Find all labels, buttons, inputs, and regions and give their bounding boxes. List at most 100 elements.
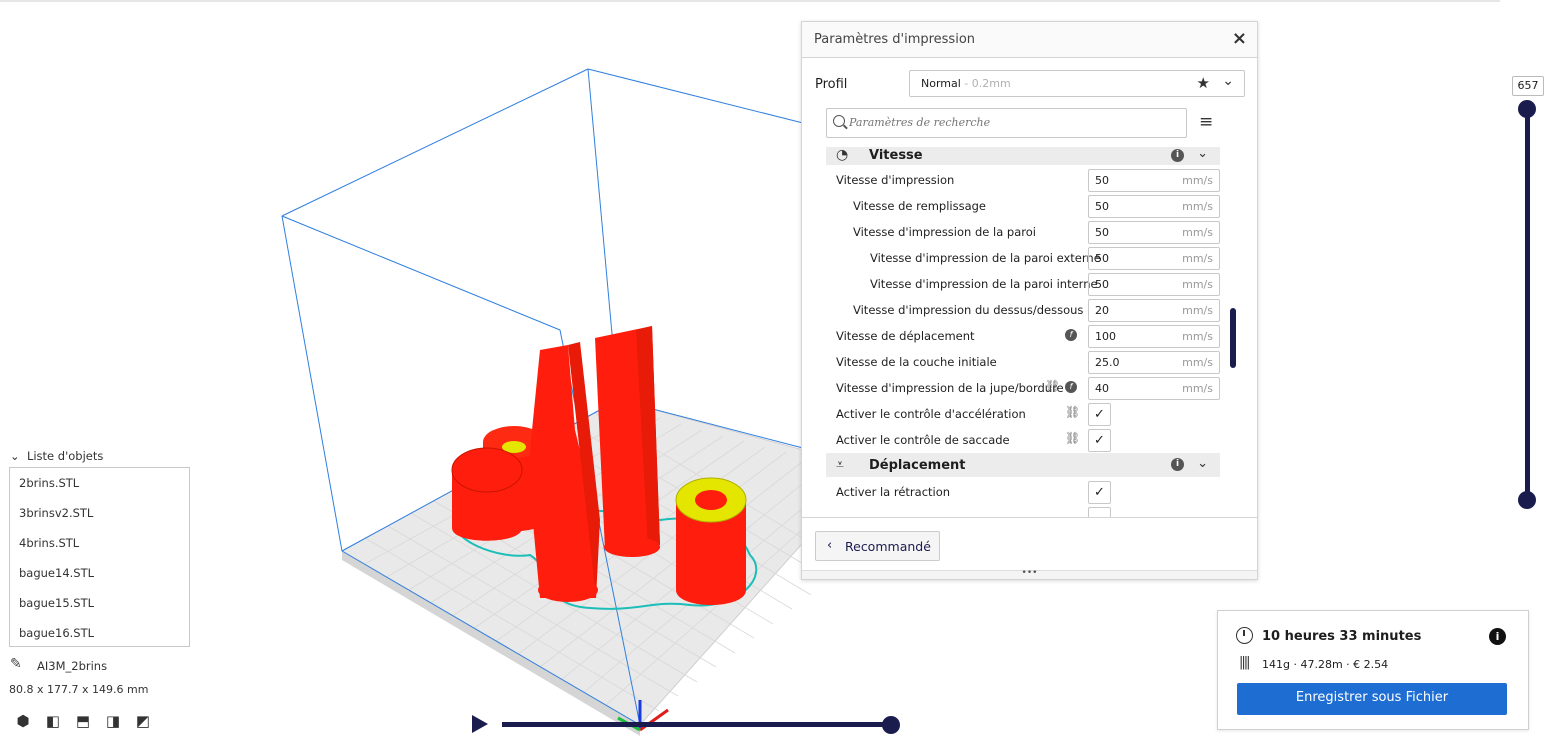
layer-slider-track[interactable] (1525, 108, 1530, 500)
3d-view-icon[interactable]: ⬢ (12, 712, 34, 730)
layer-slider-top-handle[interactable] (1518, 100, 1536, 118)
panel-resize-handle[interactable]: ••• (802, 569, 1257, 579)
path-slider-track[interactable] (502, 722, 892, 727)
camera-view-buttons: ⬢ ◧ ⬒ ◨ ◩ (12, 712, 162, 730)
setting-row: Vitesse de remplissage 50 mm/s (802, 193, 1232, 219)
setting-field[interactable]: 40 mm/s (1088, 377, 1220, 400)
setting-field[interactable]: 50 mm/s (1088, 273, 1220, 296)
setting-label: Vitesse de la couche initiale (836, 355, 997, 369)
settings-scrollbar[interactable] (1230, 308, 1236, 368)
field-unit: mm/s (1182, 226, 1213, 239)
object-list: 2brins.STL 3brinsv2.STL 4brins.STL bague… (9, 467, 190, 647)
list-item[interactable]: 4brins.STL (19, 536, 79, 550)
top-view-icon[interactable]: ⬒ (72, 712, 94, 730)
layer-slider-bottom-handle[interactable] (1518, 491, 1536, 509)
path-slider-handle[interactable] (882, 716, 900, 734)
right-view-icon[interactable]: ◩ (132, 712, 154, 730)
model-dimensions: 80.8 x 177.7 x 149.6 mm (9, 683, 149, 696)
list-item[interactable]: bague16.STL (19, 626, 94, 640)
field-value: 25.0 (1095, 356, 1120, 369)
panel-title: Paramètres d'impression (814, 32, 976, 47)
setting-field[interactable]: 50 mm/s (1088, 221, 1220, 244)
link-icon[interactable]: ⛓ (1065, 431, 1080, 445)
chevron-down-icon: ⌄ (10, 449, 20, 463)
info-icon[interactable]: i (1489, 628, 1506, 645)
profile-dropdown[interactable]: Normal - 0.2mm ★ ⌄ (909, 70, 1245, 97)
menu-icon[interactable]: ≡ (1199, 112, 1213, 132)
chevron-down-icon[interactable]: ⌄ (1197, 147, 1208, 161)
panel-header: Paramètres d'impression × (802, 22, 1257, 58)
field-value: 50 (1095, 226, 1109, 239)
setting-row: Vitesse d'impression de la paroi 50 mm/s (802, 219, 1232, 245)
field-unit: mm/s (1182, 200, 1213, 213)
material-usage: 141g · 47.28m · € 2.54 (1262, 658, 1389, 671)
layer-number-field[interactable]: 657 (1512, 76, 1544, 96)
field-value: 40 (1095, 382, 1109, 395)
play-icon[interactable] (472, 715, 488, 733)
field-value: 50 (1095, 252, 1109, 265)
setting-row: Activer le contrôle de saccade ⛓ ✓ (802, 427, 1232, 453)
left-view-icon[interactable]: ◨ (102, 712, 124, 730)
field-value: 50 (1095, 174, 1109, 187)
link-icon[interactable]: ⛓ (1045, 379, 1060, 393)
setting-row: Activer le contrôle d'accélération ⛓ ✓ (802, 401, 1232, 427)
settings-list[interactable]: ◔ Vitesse i ⌄ Vitesse d'impression 50 mm/… (802, 147, 1232, 517)
search-input[interactable] (849, 114, 1169, 130)
chevron-down-icon[interactable]: ⌄ (1197, 456, 1208, 471)
save-to-file-button[interactable]: Enregistrer sous Fichier (1237, 683, 1507, 715)
jerk-checkbox[interactable]: ✓ (1088, 429, 1111, 452)
category-deplacement[interactable]: ⩡ Déplacement i ⌄ (826, 453, 1220, 477)
setting-row: Activer la rétraction ✓ (802, 479, 1232, 505)
setting-label: Activer le contrôle d'accélération (836, 407, 1026, 421)
profile-layer-height: - 0.2mm (960, 77, 1011, 90)
pencil-icon[interactable]: ✎ (10, 656, 22, 672)
field-value: 20 (1095, 304, 1109, 317)
field-unit: mm/s (1182, 278, 1213, 291)
setting-field[interactable]: 20 mm/s (1088, 299, 1220, 322)
footer-divider (802, 517, 1257, 518)
info-icon[interactable]: i (1171, 458, 1184, 471)
job-name[interactable]: AI3M_2brins (37, 659, 107, 673)
recommended-button[interactable]: ‹ Recommandé (815, 531, 940, 561)
field-value: 100 (1095, 330, 1116, 343)
field-unit: mm/s (1182, 174, 1213, 187)
field-unit: mm/s (1182, 356, 1213, 369)
setting-checkbox[interactable] (1088, 507, 1111, 517)
setting-field[interactable]: 100 mm/s (1088, 325, 1220, 348)
function-icon[interactable]: f (1065, 381, 1077, 393)
setting-label: Vitesse d'impression de la jupe/bordure (836, 381, 1064, 395)
setting-label: Vitesse d'impression du dessus/dessous (853, 303, 1084, 317)
setting-field[interactable]: 50 mm/s (1088, 195, 1220, 218)
setting-row: Vitesse de déplacement f 100 mm/s (802, 323, 1232, 349)
field-unit: mm/s (1182, 330, 1213, 343)
list-item[interactable]: bague14.STL (19, 566, 94, 580)
field-unit: mm/s (1182, 304, 1213, 317)
info-icon[interactable]: i (1171, 149, 1184, 162)
print-settings-panel: Paramètres d'impression × Profil Normal … (801, 21, 1258, 580)
setting-label: Vitesse de remplissage (853, 199, 986, 213)
list-item[interactable]: bague15.STL (19, 596, 94, 610)
list-item[interactable]: 2brins.STL (19, 476, 79, 490)
retraction-checkbox[interactable]: ✓ (1088, 481, 1111, 504)
list-item[interactable]: 3brinsv2.STL (19, 506, 93, 520)
settings-search[interactable] (826, 108, 1187, 138)
print-info-panel: 10 heures 33 minutes i |||| 141g · 47.28… (1217, 610, 1529, 730)
object-list-title: Liste d'objets (26, 449, 104, 463)
front-view-icon[interactable]: ◧ (42, 712, 64, 730)
setting-label: Vitesse d'impression de la paroi interne (870, 277, 1098, 291)
link-icon[interactable]: ⛓ (1065, 405, 1080, 419)
profile-label: Profil (815, 77, 848, 92)
setting-field[interactable]: 50 mm/s (1088, 169, 1220, 192)
close-icon[interactable]: × (1232, 29, 1247, 49)
star-icon[interactable]: ★ (1197, 74, 1210, 92)
function-icon[interactable]: f (1065, 329, 1077, 341)
object-list-header[interactable]: ⌄ Liste d'objets (10, 449, 103, 463)
category-vitesse[interactable]: ◔ Vitesse i ⌄ (826, 147, 1220, 165)
filament-icon: |||| (1239, 655, 1250, 670)
acceleration-checkbox[interactable]: ✓ (1088, 403, 1111, 426)
setting-field[interactable]: 50 mm/s (1088, 247, 1220, 270)
speedometer-icon: ◔ (836, 147, 849, 163)
setting-field[interactable]: 25.0 mm/s (1088, 351, 1220, 374)
category-label: Déplacement (869, 458, 966, 473)
setting-row-partial (802, 505, 1232, 517)
